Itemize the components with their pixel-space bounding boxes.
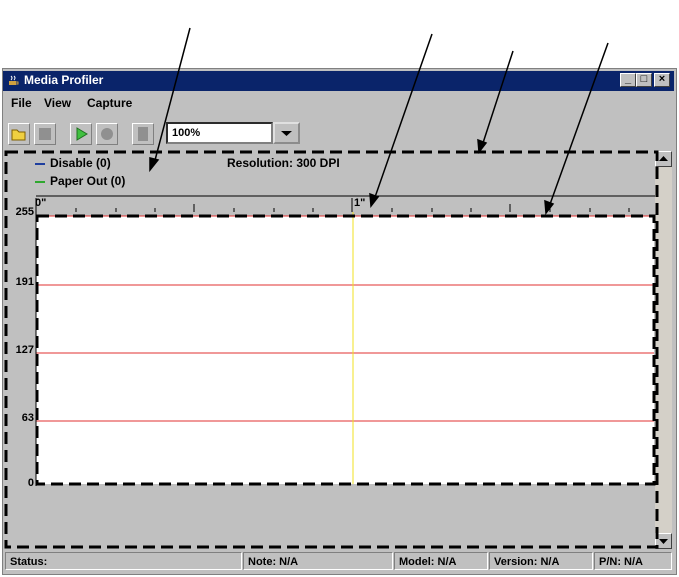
y-label-255: 255 [15,206,34,218]
ruler-label-0: 0" [35,197,47,209]
ruler-and-plot [4,27,659,549]
y-label-191: 191 [15,276,34,288]
ruler-ticks [35,198,630,212]
model-field: Model: N/A [394,552,488,570]
version-field: Version: N/A [489,552,593,570]
callout-arrows [149,27,609,215]
ruler-label-1: 1" [354,197,366,209]
status-field: Status: [5,552,242,570]
note-field: Note: N/A [243,552,393,570]
y-label-0: 0 [27,477,34,489]
y-label-63: 63 [21,412,34,424]
y-label-127: 127 [15,344,34,356]
plot-area [36,216,654,484]
pn-field: P/N: N/A [594,552,672,570]
